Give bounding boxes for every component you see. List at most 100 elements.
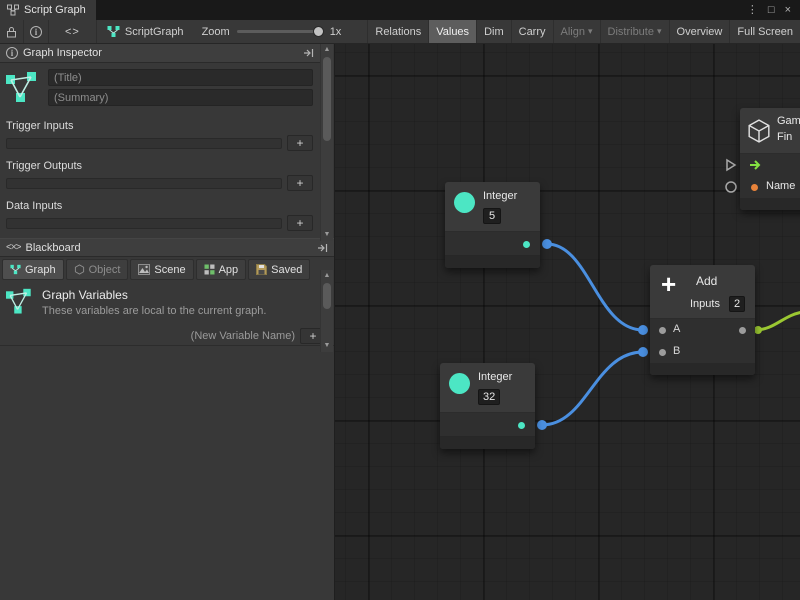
blackboard-header: <×> Blackboard xyxy=(0,238,334,257)
node-footer xyxy=(440,437,535,449)
port-connected-icon[interactable] xyxy=(638,347,648,357)
node-integer-32[interactable]: Integer 32 xyxy=(440,363,535,449)
scrollbar-thumb[interactable] xyxy=(323,283,331,309)
node-footer xyxy=(650,363,755,375)
window-menu-icon[interactable]: ⋮ xyxy=(747,5,758,16)
tab-script-graph[interactable]: Script Graph xyxy=(0,0,96,20)
port-connected-icon[interactable] xyxy=(754,326,762,334)
scroll-down-icon[interactable]: ▼ xyxy=(321,340,333,352)
align-button[interactable]: Align▾ xyxy=(553,20,600,43)
name-port-row: Name xyxy=(740,176,800,198)
node-title: Integer xyxy=(483,190,517,202)
graph-variables-icon xyxy=(5,288,35,316)
graph-summary-input[interactable] xyxy=(48,89,313,106)
empty-list xyxy=(6,218,282,229)
tab-graph[interactable]: Graph xyxy=(2,259,64,280)
inspect-button[interactable]: i xyxy=(24,20,49,43)
toolbar-buttons: Relations Values Dim Carry Align▾ Distri… xyxy=(367,20,800,43)
new-variable-input[interactable] xyxy=(6,330,295,342)
port-connected-icon[interactable] xyxy=(638,325,648,335)
scriptgraph-icon xyxy=(107,25,120,38)
scroll-up-icon[interactable]: ▲ xyxy=(321,270,333,282)
blackboard-scrollbar[interactable]: ▲ ▼ xyxy=(320,270,333,352)
input-port-icon[interactable] xyxy=(659,349,666,356)
graph-canvas[interactable]: Integer 5 Integer 32 + Add xyxy=(335,44,800,600)
scroll-down-icon[interactable]: ▼ xyxy=(321,229,333,241)
port-connected-icon[interactable] xyxy=(542,239,552,249)
scrollbar-thumb[interactable] xyxy=(323,57,331,141)
dock-icon[interactable] xyxy=(317,243,328,253)
graph-identity: ScriptGraph xyxy=(97,20,194,43)
wire-integer32-to-b[interactable] xyxy=(542,352,643,425)
graph-title-input[interactable] xyxy=(48,69,313,86)
add-trigger-output-button[interactable]: + xyxy=(287,175,313,191)
node-ports: Name xyxy=(740,154,800,198)
relations-button[interactable]: Relations xyxy=(367,20,428,43)
zoom-slider[interactable] xyxy=(237,30,323,33)
graph-toolbar: i <> ScriptGraph Zoom 1x Relations Value… xyxy=(0,20,800,44)
zoom-value: 1x xyxy=(330,26,342,38)
info-icon: i xyxy=(30,26,42,38)
edit-graph-button[interactable]: <> xyxy=(49,20,97,43)
integer-value-field[interactable]: 5 xyxy=(483,208,501,224)
integer-value-field[interactable]: 32 xyxy=(478,389,500,405)
node-integer-5[interactable]: Integer 5 xyxy=(445,182,540,268)
tab-object[interactable]: Object xyxy=(66,259,129,280)
inspector-scrollbar[interactable]: ▲ ▼ xyxy=(320,44,333,241)
code-icon: <> xyxy=(65,26,80,38)
fullscreen-button[interactable]: Full Screen xyxy=(729,20,800,43)
node-ports: A B xyxy=(650,319,755,363)
port-row-b: B xyxy=(650,341,755,363)
port-connected-icon[interactable] xyxy=(537,420,547,430)
dock-icon[interactable] xyxy=(303,48,314,58)
inputs-count-field[interactable]: 2 xyxy=(729,296,745,312)
tab-app[interactable]: App xyxy=(196,259,247,280)
wire-add-output[interactable] xyxy=(755,312,800,330)
data-inputs-list: + xyxy=(6,215,313,231)
graph-tab-icon xyxy=(10,264,21,275)
wire-integer5-to-a[interactable] xyxy=(547,244,643,330)
add-data-input-button[interactable]: + xyxy=(287,215,313,231)
empty-list xyxy=(6,178,282,189)
flow-port-icon[interactable] xyxy=(727,160,735,170)
scroll-up-icon[interactable]: ▲ xyxy=(321,44,333,56)
overview-button[interactable]: Overview xyxy=(669,20,730,43)
value-port-icon[interactable] xyxy=(726,182,736,192)
lock-button[interactable] xyxy=(0,20,24,43)
dim-button[interactable]: Dim xyxy=(476,20,511,43)
saved-tab-icon xyxy=(256,264,267,275)
empty-list xyxy=(6,138,282,149)
output-port-icon[interactable] xyxy=(518,422,525,429)
carry-button[interactable]: Carry xyxy=(511,20,553,43)
node-footer xyxy=(445,256,540,268)
tab-scene[interactable]: Scene xyxy=(130,259,193,280)
info-icon: i xyxy=(6,47,18,59)
object-tab-icon xyxy=(74,264,85,275)
app-tab-icon xyxy=(204,264,215,275)
output-port-icon[interactable] xyxy=(739,327,746,334)
graph-name-label: ScriptGraph xyxy=(125,26,184,38)
distribute-button[interactable]: Distribute▾ xyxy=(600,20,669,43)
add-trigger-input-button[interactable]: + xyxy=(287,135,313,151)
graph-variables-title: Graph Variables xyxy=(42,288,266,302)
flow-port-row xyxy=(740,154,800,176)
input-port-icon[interactable] xyxy=(659,327,666,334)
node-add[interactable]: + Add Inputs 2 A B xyxy=(650,265,755,375)
node-partial[interactable]: Gam Fin Name xyxy=(740,108,800,210)
zoom-label: Zoom xyxy=(202,26,230,38)
output-port-icon[interactable] xyxy=(523,241,530,248)
values-button[interactable]: Values xyxy=(428,20,476,43)
port-row-a: A xyxy=(650,319,755,341)
sidebar: i Graph Inspector Trigger Inputs + Trigg xyxy=(0,44,335,600)
cube-icon xyxy=(747,119,771,143)
window-close-icon[interactable]: × xyxy=(785,5,791,16)
flow-arrow-icon[interactable] xyxy=(749,159,762,171)
zoom-control: Zoom 1x xyxy=(194,20,350,43)
chevron-down-icon: ▾ xyxy=(588,26,593,37)
zoom-slider-handle[interactable] xyxy=(313,26,324,37)
window-maximize-icon[interactable]: □ xyxy=(768,5,775,16)
integer-icon xyxy=(454,192,475,213)
trigger-outputs-label: Trigger Outputs xyxy=(0,151,334,175)
tab-saved[interactable]: Saved xyxy=(248,259,310,280)
string-port-icon[interactable] xyxy=(751,184,758,191)
